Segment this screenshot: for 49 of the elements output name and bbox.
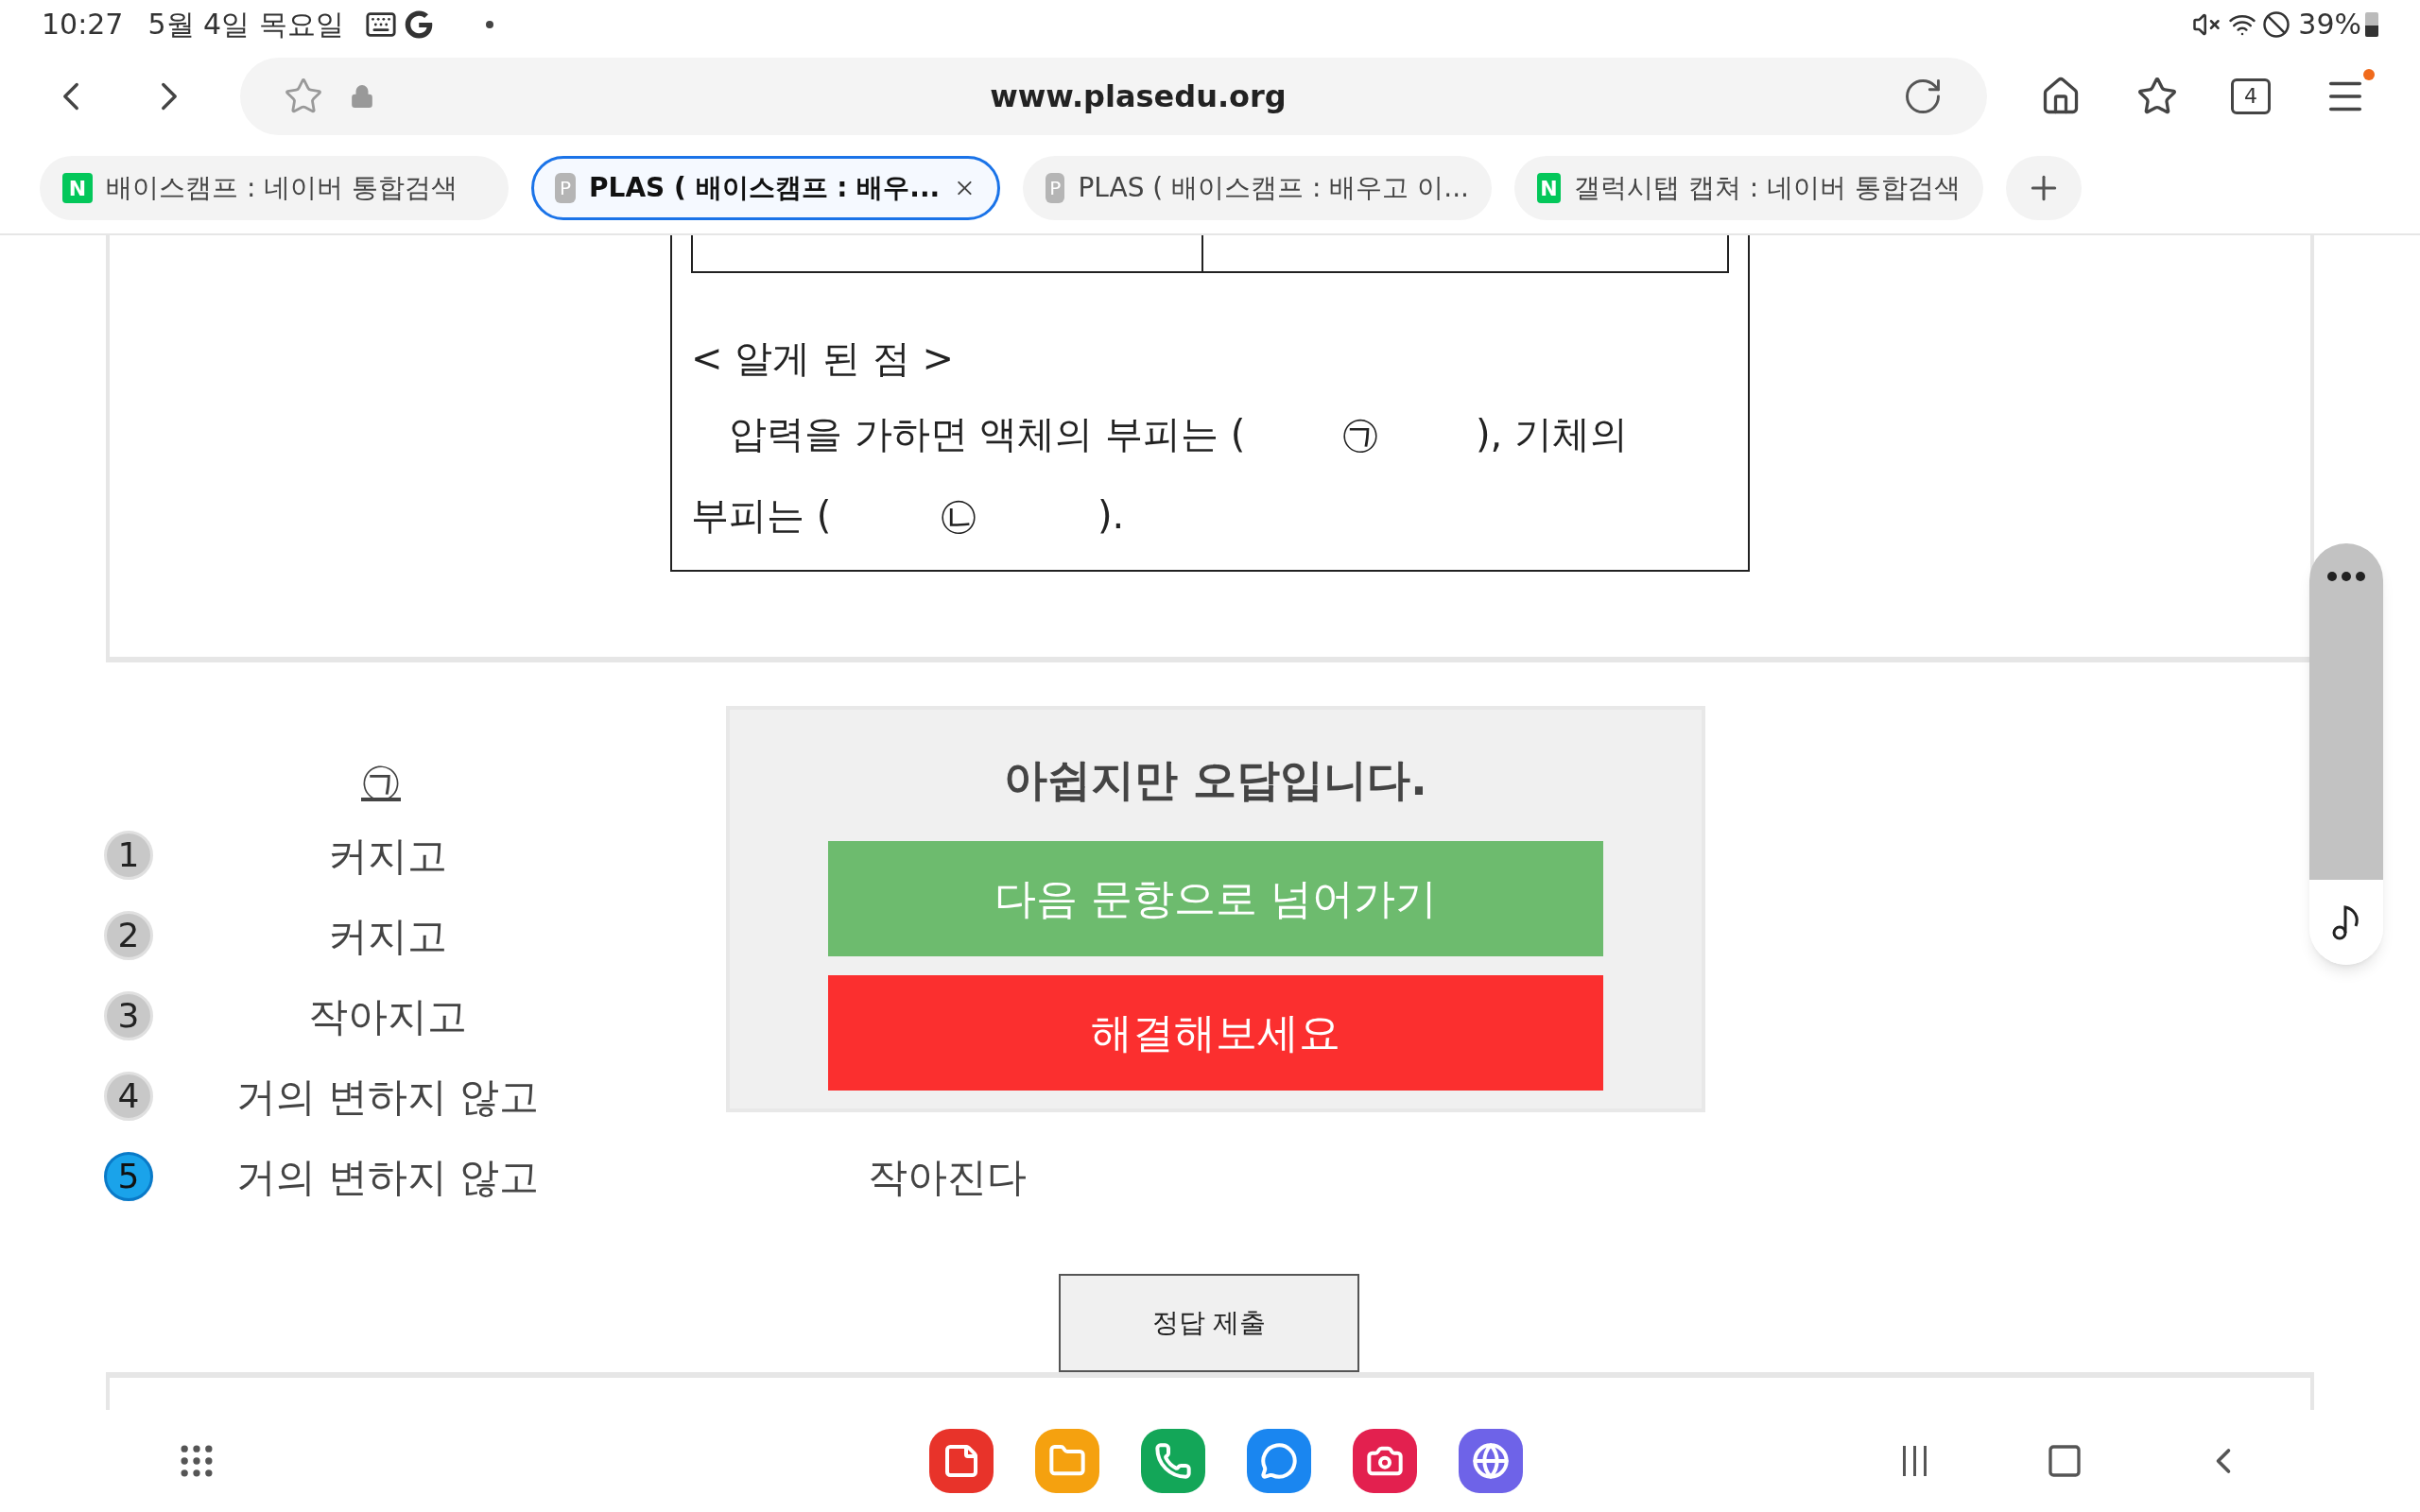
more-icon[interactable] bbox=[2327, 571, 2365, 581]
option-answer: 커지고 bbox=[327, 831, 448, 881]
clock: 10:27 bbox=[42, 7, 124, 43]
tab-title: PLAS ( 배이스캠프 : 배우고 이... bbox=[1078, 171, 1469, 206]
browser-app-icon[interactable] bbox=[1458, 1428, 1523, 1493]
g-icon bbox=[404, 9, 433, 39]
figure-text: 부피는 ( ㉡ ). bbox=[691, 491, 1126, 539]
favicon-icon: P bbox=[555, 173, 577, 204]
favicon-icon: N bbox=[1537, 173, 1561, 204]
browser-tab[interactable]: N 배이스캠프 : 네이버 통합검색 bbox=[40, 156, 509, 221]
tab-manager-button[interactable]: 4 bbox=[2231, 77, 2271, 114]
tab-title: 배이스캠프 : 네이버 통합검색 bbox=[106, 171, 459, 206]
option-radio[interactable]: 1 bbox=[104, 831, 153, 881]
browser-tab[interactable]: N 갤럭시탭 캡쳐 : 네이버 통합검색 bbox=[1514, 156, 1983, 221]
lock-icon bbox=[350, 83, 374, 109]
browser-tab[interactable]: P PLAS ( 배이스캠프 : 배우고 이... bbox=[1023, 156, 1492, 221]
tab-title: 갤럭시탭 캡쳐 : 네이버 통합검색 bbox=[1573, 171, 1961, 206]
option-answer: 작아진다 bbox=[868, 1152, 1027, 1202]
browser-tab[interactable]: P PLAS ( 배이스캠프 : 배우... bbox=[531, 156, 1000, 221]
blocked-icon bbox=[2262, 9, 2291, 39]
notes-app-icon[interactable] bbox=[928, 1428, 994, 1493]
option-answer: 거의 변하지 않고 bbox=[234, 1072, 541, 1122]
option-radio[interactable]: 2 bbox=[104, 911, 153, 961]
music-note-icon[interactable] bbox=[2331, 902, 2361, 941]
dialog-title: 아쉽지만 오답입니다. bbox=[1004, 752, 1427, 807]
chat-app-icon[interactable] bbox=[1246, 1428, 1311, 1493]
battery-percent: 39% bbox=[2298, 7, 2361, 43]
recents-icon[interactable] bbox=[1903, 1445, 1927, 1476]
figure-text: 압력을 가하면 액체의 부피는 ( ㉠ ), 기체의 bbox=[728, 410, 1629, 457]
favicon-icon: N bbox=[62, 173, 93, 204]
phone-app-icon[interactable] bbox=[1140, 1428, 1205, 1493]
figure-heading: < 알게 된 점 > bbox=[691, 335, 955, 382]
date: 5월 4일 목요일 bbox=[147, 7, 344, 43]
side-panel-handle[interactable] bbox=[2309, 542, 2383, 880]
option-radio[interactable]: 3 bbox=[104, 991, 153, 1041]
solve-button[interactable]: 해결해보세요 bbox=[828, 974, 1603, 1091]
battery-icon bbox=[2365, 11, 2378, 37]
url-text: www.plasedu.org bbox=[989, 77, 1288, 116]
submit-button[interactable]: 정답 제출 bbox=[1059, 1273, 1359, 1372]
option-radio[interactable]: 5 bbox=[104, 1152, 153, 1202]
address-bar[interactable]: www.plasedu.org bbox=[240, 57, 1987, 135]
option-answer: 작아지고 bbox=[307, 991, 468, 1041]
option-answer: 커지고 bbox=[327, 911, 448, 961]
favicon-icon: P bbox=[1046, 173, 1065, 204]
column-header: ㉠ bbox=[360, 757, 402, 807]
option-answer: 거의 변하지 않고 bbox=[234, 1152, 541, 1202]
option-radio[interactable]: 4 bbox=[104, 1072, 153, 1122]
tab-title: PLAS ( 배이스캠프 : 배우... bbox=[589, 171, 941, 206]
camera-app-icon[interactable] bbox=[1352, 1428, 1417, 1493]
